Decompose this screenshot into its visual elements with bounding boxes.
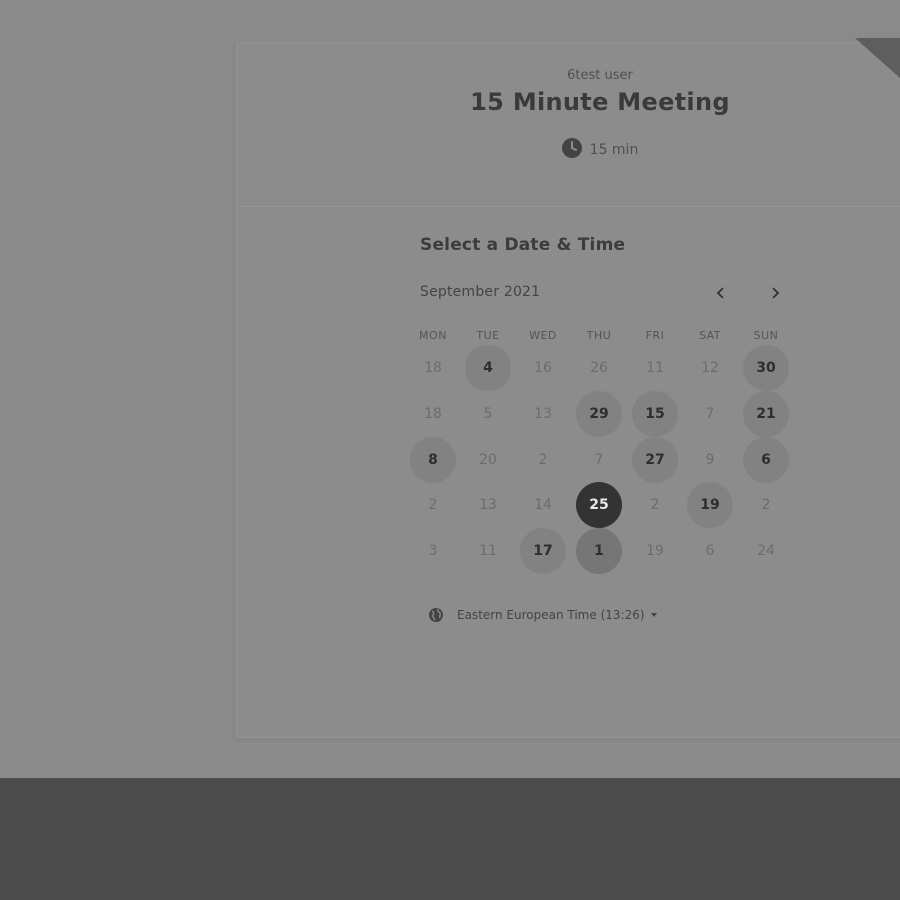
calendar-day: 11 <box>646 360 664 376</box>
calendar-day-available[interactable]: 19 <box>687 482 733 528</box>
calendar-day: 2 <box>650 497 660 513</box>
calendar-day: 7 <box>705 406 715 422</box>
calendar-day: 16 <box>534 360 552 376</box>
calendar-day-available[interactable]: 21 <box>743 391 789 437</box>
calendar-day: 14 <box>534 497 552 513</box>
next-month-button[interactable] <box>761 279 789 307</box>
globe-icon <box>429 608 443 622</box>
calendar-day: 2 <box>761 497 771 513</box>
weekday-label: SUN <box>753 329 779 342</box>
calendar-day: 19 <box>646 543 664 559</box>
calendar-day: 18 <box>424 406 442 422</box>
section-title: Select a Date & Time <box>420 235 626 255</box>
calendar-day-available[interactable]: 17 <box>520 528 566 574</box>
calendar-day: 12 <box>701 360 719 376</box>
calendar-day: 13 <box>534 406 552 422</box>
event-duration: 15 min <box>237 138 900 158</box>
weekday-label: SAT <box>698 329 722 342</box>
page-footer-band <box>0 778 900 900</box>
calendar-day: 2 <box>428 497 438 513</box>
event-title: 15 Minute Meeting <box>470 88 730 116</box>
calendar-day-selected[interactable]: 25 <box>576 482 622 528</box>
calendar-day: 18 <box>424 360 442 376</box>
calendar-day-today[interactable]: 1 <box>576 528 622 574</box>
weekday-label: WED <box>529 329 557 342</box>
calendar-day-available[interactable]: 4 <box>465 345 511 391</box>
calendar-day-available[interactable]: 8 <box>410 437 456 483</box>
caret-down-icon <box>650 613 657 617</box>
calendar-day: 24 <box>757 543 775 559</box>
corner-ribbon <box>855 38 900 78</box>
calendar-day: 26 <box>590 360 608 376</box>
weekday-label: FRI <box>645 329 665 342</box>
calendar-day: 9 <box>705 452 715 468</box>
event-header: 6test user 15 Minute Meeting 15 min <box>237 43 900 207</box>
previous-month-button[interactable] <box>707 279 735 307</box>
timezone-label: Eastern European Time (13:26) <box>457 608 645 622</box>
weekday-label: THU <box>586 329 612 342</box>
weekday-label: TUE <box>476 329 500 342</box>
duration-label: 15 min <box>589 142 639 158</box>
calendar-day-available[interactable]: 30 <box>743 345 789 391</box>
calendar-day: 3 <box>428 543 438 559</box>
calendar-day: 5 <box>483 406 493 422</box>
month-label: September 2021 <box>420 284 541 300</box>
timezone-selector[interactable]: Eastern European Time (13:26) <box>428 605 657 625</box>
calendar-day: 2 <box>538 452 548 468</box>
calendar-day: 7 <box>594 452 604 468</box>
host-name: 6test user <box>567 68 633 83</box>
chevron-left-icon <box>716 287 724 299</box>
calendar-day: 6 <box>705 543 715 559</box>
calendar-day-available[interactable]: 15 <box>632 391 678 437</box>
calendar-day-available[interactable]: 6 <box>743 437 789 483</box>
calendar-day-available[interactable]: 29 <box>576 391 622 437</box>
calendar-day: 11 <box>479 543 497 559</box>
calendar-day-available[interactable]: 27 <box>632 437 678 483</box>
chevron-right-icon <box>772 287 780 299</box>
weekday-label: MON <box>419 329 447 342</box>
calendar-day: 20 <box>479 452 497 468</box>
booking-card: 6test user 15 Minute Meeting 15 min Sele… <box>236 42 900 738</box>
clock-icon <box>561 138 582 158</box>
calendar-day: 13 <box>479 497 497 513</box>
